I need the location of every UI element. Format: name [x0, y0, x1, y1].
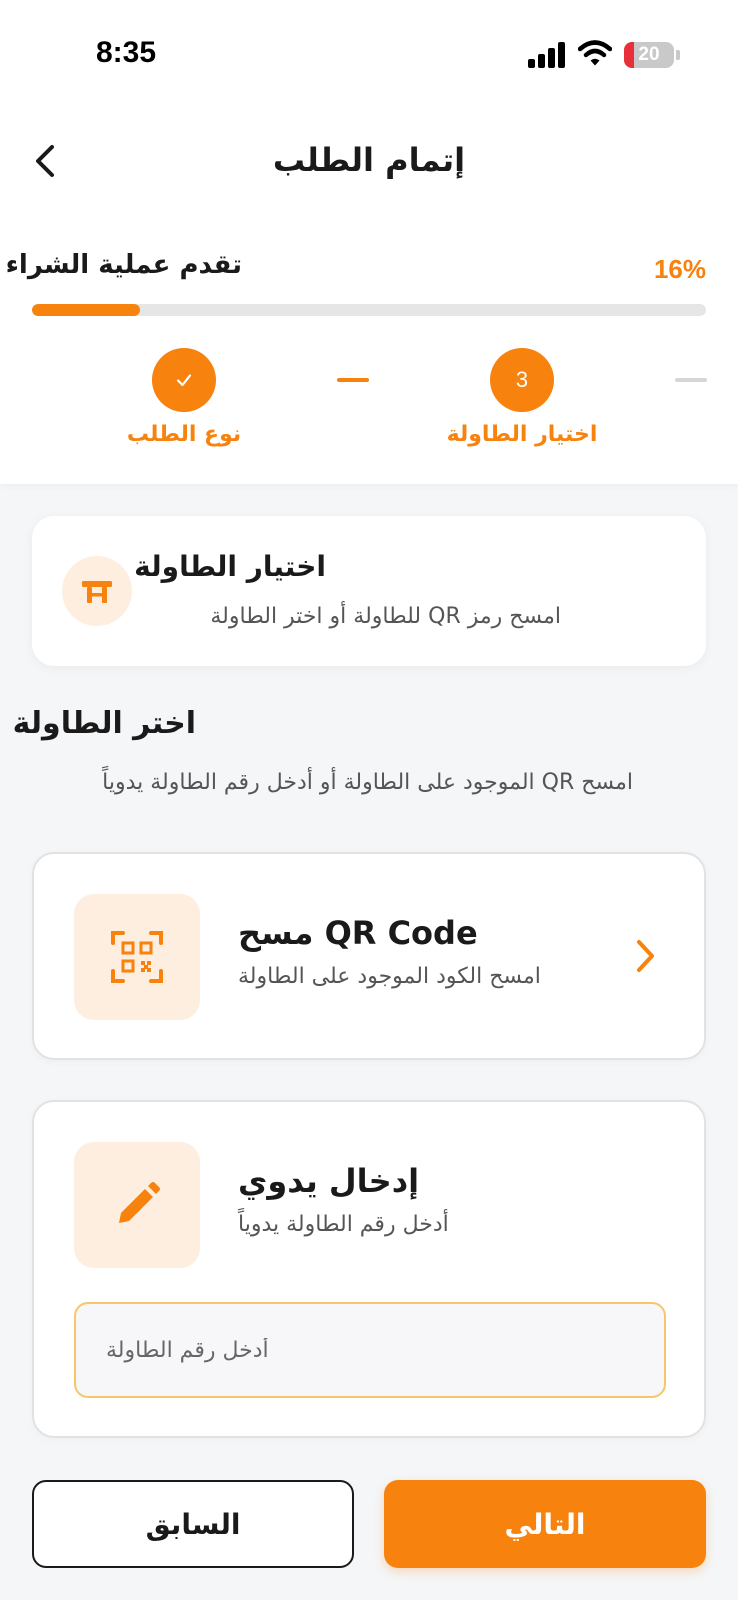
step-connector-pending: [675, 378, 707, 382]
step-completed-circle: [152, 348, 216, 412]
manual-option-title: إدخال يدوي: [238, 1162, 420, 1200]
wifi-icon: [578, 40, 612, 66]
qr-option-subtitle: امسح الكود الموجود على الطاولة: [238, 964, 541, 989]
table-icon: [62, 556, 132, 626]
table-number-input[interactable]: [74, 1302, 666, 1398]
status-time: 8:35: [96, 36, 157, 69]
section-subtitle: امسح QR الموجود على الطاولة أو أدخل رقم …: [102, 770, 633, 795]
next-button[interactable]: التالي: [384, 1480, 706, 1568]
battery-nub: [676, 50, 680, 60]
progress-track: [32, 304, 706, 316]
progress-percent: 16%: [653, 254, 706, 284]
step-label: نوع الطلب: [126, 422, 242, 447]
header: إتمام الطلب: [0, 125, 738, 205]
step-order-type: نوع الطلب: [84, 348, 284, 447]
check-icon: [176, 374, 192, 387]
step-label: اختيار الطاولة: [446, 422, 598, 447]
manual-entry-option: إدخال يدوي أدخل رقم الطاولة يدوياً: [32, 1100, 706, 1438]
battery-icon: 20: [624, 42, 674, 68]
qr-code-icon: [74, 894, 200, 1020]
qr-option-title: مسح QR Code: [238, 914, 478, 952]
page-title: إتمام الطلب: [272, 141, 466, 179]
progress-title: تقدم عملية الشراء: [5, 250, 242, 280]
chevron-right-icon: [637, 940, 654, 972]
info-card-title: اختيار الطاولة: [134, 550, 326, 583]
step-active-circle: 3: [490, 348, 554, 412]
section-title: اختر الطاولة: [12, 706, 196, 741]
signal-icon: [528, 42, 568, 68]
pencil-icon: [74, 1142, 200, 1268]
step-connector-active: [337, 378, 369, 382]
status-bar: 8:35 20: [0, 0, 738, 100]
battery-level: 20: [638, 44, 660, 65]
scan-qr-option[interactable]: مسح QR Code امسح الكود الموجود على الطاو…: [32, 852, 706, 1060]
info-card-subtitle: امسح رمز QR للطاولة أو اختر الطاولة: [210, 604, 561, 629]
previous-button[interactable]: السابق: [32, 1480, 354, 1568]
progress-fill: [32, 304, 140, 316]
step-table-selection: 3 اختيار الطاولة: [422, 348, 622, 447]
table-selection-info-card: اختيار الطاولة امسح رمز QR للطاولة أو اخ…: [32, 516, 706, 666]
manual-option-subtitle: أدخل رقم الطاولة يدوياً: [238, 1212, 449, 1237]
